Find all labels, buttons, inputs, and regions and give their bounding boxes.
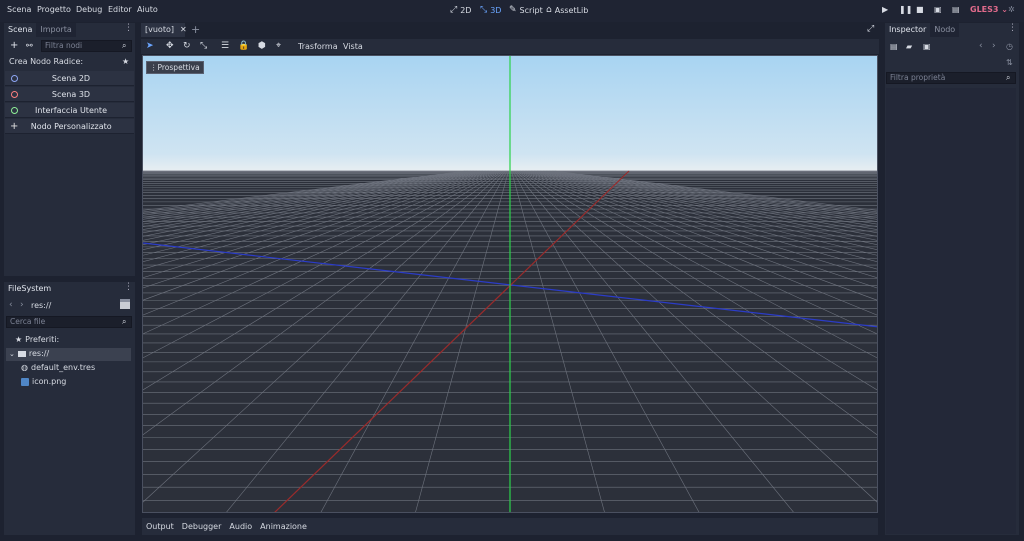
local-space-icon[interactable]: ⬢: [258, 41, 266, 51]
list-select-icon[interactable]: ☰: [221, 41, 229, 51]
workspace-2d-button[interactable]: ⤢ 2D: [450, 5, 471, 15]
back-icon[interactable]: ‹: [9, 300, 13, 310]
favorites-row[interactable]: ★ Preferiti:: [15, 335, 59, 344]
open-folder-icon[interactable]: ▰: [906, 42, 912, 51]
inspector-menu-icon[interactable]: ⋮: [1008, 23, 1017, 33]
viewport-scene: [143, 56, 877, 512]
tab-inspector[interactable]: Inspector: [885, 23, 931, 37]
plus-icon: +: [10, 120, 19, 132]
history-back-icon[interactable]: ‹: [979, 41, 983, 51]
tab-scena[interactable]: Scena: [4, 23, 37, 37]
menu-debug[interactable]: Debug: [76, 5, 102, 14]
filesystem-menu-icon[interactable]: ⋮: [124, 282, 133, 292]
image-icon: [21, 377, 29, 386]
scene-dock-tabs: Scena Importa: [4, 23, 135, 37]
add-tab-icon[interactable]: +: [191, 23, 200, 36]
star-icon: ★: [15, 335, 23, 344]
output-tab[interactable]: Output: [146, 522, 174, 531]
snap-icon[interactable]: ⌖: [276, 41, 281, 51]
pause-icon[interactable]: ❚❚: [899, 5, 912, 14]
search-icon: ⌕: [1006, 73, 1011, 82]
scene-3d-button[interactable]: Scena 3D: [5, 87, 134, 102]
play-custom-scene-icon[interactable]: ▤: [952, 5, 960, 14]
new-resource-icon[interactable]: ▤: [890, 42, 898, 51]
animation-tab[interactable]: Animazione: [260, 522, 307, 531]
kebab-icon: ⋮: [150, 63, 158, 72]
bottom-panel-bar: Output Debugger Audio Animazione: [142, 518, 878, 535]
file-default-env[interactable]: ◍ default_env.tres: [21, 363, 95, 372]
menu-scena[interactable]: Scena: [7, 5, 31, 14]
perspective-menu[interactable]: ⋮Prospettiva: [146, 61, 204, 74]
link-icon[interactable]: ⚯: [26, 41, 33, 50]
property-filter-input[interactable]: Filtra proprietà: [886, 72, 1016, 84]
2d-icon: ⤢: [450, 5, 458, 15]
assetlib-icon: ⌂: [546, 5, 552, 15]
close-icon[interactable]: ✕: [180, 25, 187, 34]
select-tool-icon[interactable]: ➤: [146, 41, 154, 51]
save-icon[interactable]: ▣: [923, 42, 931, 51]
search-icon: ⌕: [122, 41, 127, 50]
chevron-down-icon: ⌄: [9, 349, 15, 358]
tab-nodo[interactable]: Nodo: [930, 23, 960, 37]
workspace-script-button[interactable]: ✎ Script: [509, 5, 543, 15]
script-icon: ✎: [509, 5, 517, 15]
split-view-icon[interactable]: [120, 299, 130, 309]
fullscreen-icon[interactable]: ⤢: [867, 24, 874, 34]
menu-aiuto[interactable]: Aiuto: [137, 5, 158, 14]
stop-icon[interactable]: ■: [916, 5, 924, 14]
spinner-icon: ✲: [1008, 5, 1015, 14]
lock-icon[interactable]: 🔒: [238, 41, 249, 51]
play-icon[interactable]: ▶: [882, 5, 888, 14]
menu-editor[interactable]: Editor: [108, 5, 132, 14]
favorite-star-icon[interactable]: ★: [122, 57, 129, 66]
filesystem-path[interactable]: res://: [31, 301, 51, 310]
control-icon: [11, 106, 18, 114]
play-scene-icon[interactable]: ▣: [934, 5, 942, 14]
scene-filter-input[interactable]: Filtra nodi: [41, 40, 132, 52]
search-icon: ⌕: [122, 317, 127, 326]
move-tool-icon[interactable]: ✥: [166, 41, 174, 51]
file-icon-png[interactable]: icon.png: [21, 377, 66, 386]
rotate-tool-icon[interactable]: ↻: [183, 41, 191, 51]
object-properties-icon[interactable]: ⇅: [1006, 58, 1013, 67]
globe-icon: ◍: [21, 363, 28, 372]
history-forward-icon[interactable]: ›: [992, 41, 996, 51]
custom-node-button[interactable]: + Nodo Personalizzato: [5, 119, 134, 134]
history-icon[interactable]: ◷: [1006, 42, 1013, 51]
tab-importa[interactable]: Importa: [36, 23, 76, 37]
folder-icon: [17, 350, 26, 357]
create-root-label: Crea Nodo Radice:: [9, 57, 84, 66]
3d-viewport[interactable]: [142, 55, 878, 513]
node2d-icon: [11, 74, 18, 82]
view-menu[interactable]: Vista: [343, 42, 363, 51]
user-interface-button[interactable]: Interfaccia Utente: [5, 103, 134, 118]
scene-tab[interactable]: [vuoto] ✕: [141, 23, 187, 37]
forward-icon[interactable]: ›: [20, 300, 24, 310]
scene-dock-menu-icon[interactable]: ⋮: [124, 23, 133, 33]
workspace-3d-button[interactable]: ⤡ 3D: [480, 5, 501, 15]
scene-2d-button[interactable]: Scena 2D: [5, 71, 134, 86]
tab-filesystem[interactable]: FileSystem: [4, 282, 51, 296]
add-node-icon[interactable]: +: [10, 40, 18, 51]
workspace-assetlib-button[interactable]: ⌂ AssetLib: [546, 5, 588, 15]
spatial-icon: [11, 90, 18, 98]
debugger-tab[interactable]: Debugger: [182, 522, 222, 531]
menu-progetto[interactable]: Progetto: [37, 5, 71, 14]
filesystem-dock-tabs: FileSystem: [4, 282, 135, 296]
inspector-tabs: Inspector Nodo: [885, 23, 1019, 37]
menu-bar: Scena Progetto Debug Editor Aiuto ⤢ 2D ⤡ 3…: [0, 0, 1024, 22]
inspector-content: [886, 88, 1016, 534]
file-search-input[interactable]: Cerca file: [6, 316, 132, 328]
res-root-row[interactable]: ⌄ res://: [9, 349, 49, 358]
transform-menu[interactable]: Trasforma: [298, 42, 338, 51]
viewport-toolbar: [141, 39, 879, 54]
audio-tab[interactable]: Audio: [229, 522, 252, 531]
renderer-selector[interactable]: GLES3 ⌄: [970, 5, 1008, 14]
scale-tool-icon[interactable]: ⤡: [200, 41, 207, 51]
3d-icon: ⤡: [480, 5, 488, 15]
